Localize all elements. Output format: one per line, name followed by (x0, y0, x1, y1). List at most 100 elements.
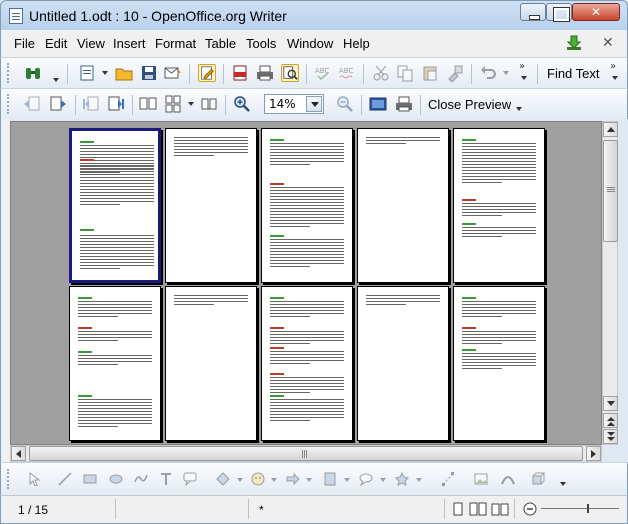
zoom-in-icon[interactable] (233, 95, 251, 113)
spellcheck-icon[interactable]: ABC (314, 64, 332, 82)
zoom-out-minus-icon[interactable] (523, 502, 537, 516)
to-document-end-icon[interactable] (107, 95, 125, 113)
previous-page-icon[interactable] (23, 95, 41, 113)
maximize-button[interactable] (546, 3, 572, 22)
toolbar-grip[interactable] (7, 469, 11, 489)
find-toolbar-arrow[interactable] (612, 76, 618, 80)
clone-formatting-icon[interactable] (446, 64, 464, 82)
new-dropdown-arrow[interactable] (102, 71, 108, 75)
extrusion-icon[interactable] (532, 472, 546, 486)
fontwork-icon[interactable] (501, 472, 515, 486)
email-document-icon[interactable] (164, 64, 182, 82)
toolbar-grip[interactable] (7, 94, 11, 114)
symbol-shapes-dropdown-arrow[interactable] (271, 478, 277, 482)
freeform-line-icon[interactable] (134, 472, 148, 486)
page-thumbnail[interactable] (453, 128, 545, 283)
print-icon[interactable] (256, 64, 274, 82)
book-preview-icon[interactable] (200, 95, 218, 113)
page-thumbnail[interactable] (261, 286, 353, 441)
to-document-begin-icon[interactable] (82, 95, 100, 113)
zoom-out-icon[interactable] (336, 95, 354, 113)
block-arrows-icon[interactable] (286, 472, 300, 486)
scroll-left-button[interactable] (11, 446, 26, 461)
vertical-scrollbar[interactable] (602, 121, 618, 445)
callouts-dropdown-arrow[interactable] (380, 478, 386, 482)
zoom-slider-track[interactable] (541, 508, 619, 509)
page-thumbnail[interactable] (357, 286, 449, 441)
next-page-icon[interactable] (49, 95, 67, 113)
page-thumbnail[interactable] (69, 128, 161, 283)
close-window-button[interactable]: ✕ (572, 3, 620, 21)
close-document-icon[interactable]: ✕ (602, 35, 614, 51)
page-thumbnail[interactable] (165, 128, 257, 283)
page-thumbnail[interactable] (165, 286, 257, 441)
toolbar-overflow[interactable]: » (519, 61, 525, 72)
page-thumbnail[interactable] (453, 286, 545, 441)
undo-icon[interactable] (479, 64, 497, 82)
chevron-down-icon[interactable] (306, 96, 322, 112)
download-update-icon[interactable] (565, 34, 583, 52)
menu-insert[interactable]: Insert (113, 36, 146, 51)
flowcharts-dropdown-arrow[interactable] (344, 478, 350, 482)
points-icon[interactable] (441, 472, 455, 486)
block-arrows-dropdown-arrow[interactable] (306, 478, 312, 482)
menu-window[interactable]: Window (287, 36, 333, 51)
page-preview-area[interactable] (10, 121, 602, 445)
menu-view[interactable]: View (77, 36, 105, 51)
menu-format[interactable]: Format (155, 36, 196, 51)
drawing-toolbar-options-arrow[interactable] (560, 482, 566, 486)
multiple-pages-icon[interactable] (164, 95, 182, 113)
basic-shapes-dropdown-arrow[interactable] (237, 478, 243, 482)
preview-toolbar-options-arrow[interactable] (516, 107, 522, 111)
edit-file-icon[interactable] (198, 64, 216, 82)
full-screen-icon[interactable] (369, 95, 387, 113)
horizontal-scrollbar[interactable] (10, 445, 602, 462)
copy-icon[interactable] (396, 64, 414, 82)
zoom-select[interactable]: 14% (264, 94, 324, 114)
page-preview-icon[interactable] (281, 64, 299, 82)
page-thumbnail[interactable] (261, 128, 353, 283)
scroll-right-button[interactable] (586, 446, 601, 461)
toolbar-options-arrow[interactable] (53, 78, 59, 82)
new-document-icon[interactable] (78, 64, 96, 82)
horizontal-scroll-thumb[interactable] (29, 446, 583, 461)
scroll-up-button[interactable] (603, 122, 618, 137)
rectangle-icon[interactable] (83, 472, 97, 486)
two-pages-icon[interactable] (139, 95, 157, 113)
undo-dropdown-arrow[interactable] (503, 71, 509, 75)
close-preview-button[interactable]: Close Preview (428, 97, 511, 112)
menu-table[interactable]: Table (205, 36, 236, 51)
menu-tools[interactable]: Tools (246, 36, 276, 51)
export-pdf-icon[interactable] (231, 64, 249, 82)
open-folder-icon[interactable] (115, 64, 133, 82)
vertical-scroll-thumb[interactable] (603, 140, 618, 242)
ellipse-icon[interactable] (109, 472, 123, 486)
page-thumbnail[interactable] (69, 286, 161, 441)
flowcharts-icon[interactable] (323, 472, 337, 486)
multiple-pages-dropdown-arrow[interactable] (188, 102, 194, 106)
previous-page-button[interactable] (603, 413, 618, 428)
minimize-button[interactable] (520, 3, 546, 21)
scroll-down-button[interactable] (603, 396, 618, 411)
stars-icon[interactable] (395, 472, 409, 486)
menu-file[interactable]: File (14, 36, 35, 51)
text-icon[interactable] (159, 472, 173, 486)
cut-icon[interactable] (372, 64, 390, 82)
stars-dropdown-arrow[interactable] (416, 478, 422, 482)
next-page-button[interactable] (603, 429, 618, 444)
paste-icon[interactable] (421, 64, 439, 82)
callout-icon[interactable] (183, 472, 197, 486)
toolbar-overflow-arrow[interactable] (521, 76, 527, 80)
menu-help[interactable]: Help (343, 36, 370, 51)
save-icon[interactable] (140, 64, 158, 82)
autospellcheck-icon[interactable]: ABC (338, 64, 356, 82)
toolbar-grip[interactable] (7, 63, 11, 83)
print-preview-icon[interactable] (395, 95, 413, 113)
symbol-shapes-icon[interactable] (251, 472, 265, 486)
select-pointer-icon[interactable] (28, 472, 42, 486)
menu-edit[interactable]: Edit (45, 36, 67, 51)
line-icon[interactable] (58, 472, 72, 486)
from-file-icon[interactable] (474, 472, 488, 486)
basic-shapes-icon[interactable] (216, 472, 230, 486)
find-text-label[interactable]: Find Text (547, 66, 600, 81)
